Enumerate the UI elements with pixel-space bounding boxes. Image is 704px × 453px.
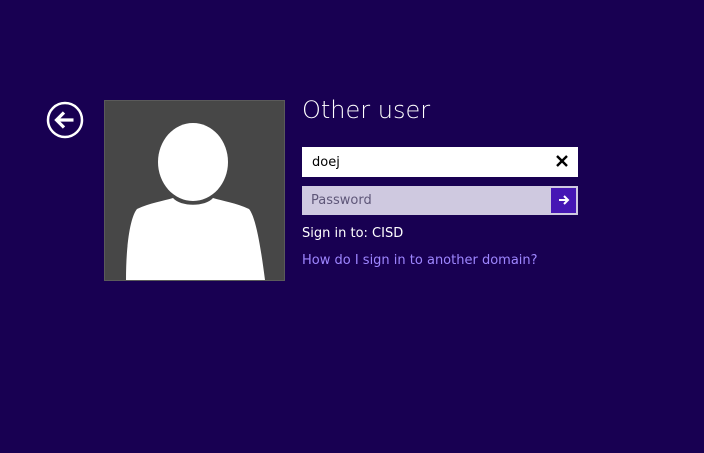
back-button[interactable] <box>46 101 84 139</box>
another-domain-link[interactable]: How do I sign in to another domain? <box>302 252 538 269</box>
password-input[interactable] <box>303 187 549 214</box>
submit-button[interactable] <box>551 188 576 213</box>
back-arrow-icon <box>46 101 84 139</box>
username-input[interactable] <box>303 148 543 176</box>
user-avatar-tile <box>104 100 285 281</box>
clear-username-button[interactable] <box>551 152 573 172</box>
user-title: Other user <box>302 96 431 124</box>
sign-in-domain-text: Sign in to: CISD <box>302 226 404 241</box>
arrow-right-icon <box>551 194 576 206</box>
user-silhouette-icon <box>105 101 284 280</box>
username-field <box>302 147 578 177</box>
password-field <box>302 186 578 215</box>
close-icon <box>551 154 573 168</box>
